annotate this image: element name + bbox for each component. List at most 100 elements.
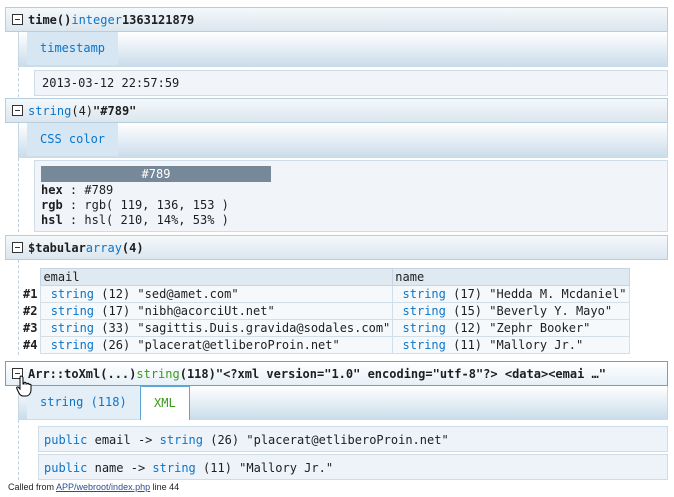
email-cell: string (17) "nibh@acorciUt.net" <box>40 302 394 320</box>
cell-length: (17) <box>453 287 483 301</box>
hsl-value: : hsl( 210, 14%, 53% ) <box>69 213 229 227</box>
prop-name: name <box>94 461 124 475</box>
row-index: #4 <box>23 336 41 354</box>
prop-name: email <box>94 433 131 447</box>
tab-css-color[interactable]: CSS color <box>27 123 119 156</box>
footer-line: line 44 <box>152 482 180 492</box>
prop-arrow: -> <box>137 433 153 447</box>
tree-guide <box>18 420 20 480</box>
cell-value: "Mallory Jr." <box>489 338 584 352</box>
table-row[interactable]: #4 string (26) "placerat@etliberoProin.n… <box>23 336 630 354</box>
prop-type: string <box>152 461 196 475</box>
tabular-header[interactable]: $tabular array (4) <box>5 235 668 260</box>
prop-visibility: public <box>44 433 88 447</box>
prop-value: "Mallory Jr." <box>239 461 334 475</box>
tab-timestamp[interactable]: timestamp <box>27 32 119 65</box>
table-row[interactable]: #3 string (33) "sagittis.Duis.gravida@so… <box>23 319 630 337</box>
tabular-table: email name #1 string (12) "sed@amet.com"… <box>23 268 630 354</box>
column-header-email[interactable]: email <box>40 268 394 286</box>
name-cell: string (11) "Mallory Jr." <box>392 336 630 354</box>
hsl-row: hsl : hsl( 210, 14%, 53% ) <box>41 213 229 228</box>
cell-length: (15) <box>453 304 483 318</box>
footer-prefix: Called from <box>8 482 55 492</box>
var-count: (4) <box>121 240 144 255</box>
timestamp-formatted: 2013-03-12 22:57:59 <box>42 76 180 90</box>
color-header[interactable]: string (4) "#789" <box>5 98 668 123</box>
collapse-toggle-icon[interactable] <box>12 14 23 25</box>
xml-tabstrip: string (118) XML <box>18 386 668 420</box>
called-from-footer: Called from APP/webroot/index.php line 4… <box>8 482 179 492</box>
var-value: "<?xml version="1.0" encoding="utf-8"?> … <box>215 366 606 381</box>
cell-value: "placerat@etliberoProin.net" <box>137 338 340 352</box>
cell-value: "sagittis.Duis.gravida@sodales.com" <box>137 321 391 335</box>
tab-string[interactable]: string (118) <box>27 386 140 419</box>
table-row[interactable]: #2 string (17) "nibh@acorciUt.net" strin… <box>23 302 630 320</box>
table-row[interactable]: #1 string (12) "sed@amet.com" string (17… <box>23 285 630 303</box>
prop-visibility: public <box>44 461 88 475</box>
cell-value: "nibh@acorciUt.net" <box>137 304 275 318</box>
time-header[interactable]: time() integer 1363121879 <box>5 7 668 32</box>
time-tabstrip: timestamp <box>18 32 668 67</box>
hex-label: hex <box>41 183 63 197</box>
cell-type: string <box>50 304 95 318</box>
time-panel: 2013-03-12 22:57:59 <box>34 70 668 96</box>
var-type: string <box>136 366 180 381</box>
var-value: "#789" <box>93 103 137 118</box>
collapse-toggle-icon[interactable] <box>12 242 23 253</box>
var-type: string <box>28 103 72 118</box>
prop-length: (11) <box>203 461 232 475</box>
xml-header[interactable]: Arr::toXml(...) string (118) "<?xml vers… <box>5 361 668 386</box>
cell-length: (26) <box>101 338 131 352</box>
cell-type: string <box>50 321 95 335</box>
prop-length: (26) <box>210 433 240 447</box>
rgb-label: rgb <box>41 198 63 212</box>
tab-xml[interactable]: XML <box>140 386 190 420</box>
cell-length: (11) <box>453 338 483 352</box>
row-index: #2 <box>23 302 41 320</box>
var-type: array <box>85 240 122 255</box>
column-header-name[interactable]: name <box>392 268 630 286</box>
var-name: Arr::toXml(...) <box>28 366 137 381</box>
hex-value: : #789 <box>69 183 114 197</box>
hsl-label: hsl <box>41 213 63 227</box>
rgb-row: rgb : rgb( 119, 136, 153 ) <box>41 198 229 213</box>
xml-property-row[interactable]: public email -> string (26) "placerat@et… <box>38 426 668 452</box>
hex-row: hex : #789 <box>41 183 113 198</box>
prop-value: "placerat@etliberoProin.net" <box>246 433 449 447</box>
tree-guide <box>18 260 20 355</box>
name-cell: string (12) "Zephr Booker" <box>392 319 630 337</box>
prop-arrow: -> <box>130 461 146 475</box>
cell-value: "Beverly Y. Mayo" <box>489 304 613 318</box>
email-cell: string (26) "placerat@etliberoProin.net" <box>40 336 394 354</box>
var-value: 1363121879 <box>121 12 195 27</box>
cell-type: string <box>50 287 95 301</box>
tree-guide <box>18 148 20 232</box>
var-length: (118) <box>179 366 216 381</box>
email-cell: string (12) "sed@amet.com" <box>40 285 394 303</box>
cell-type: string <box>402 287 446 301</box>
row-index: #3 <box>23 319 41 337</box>
color-swatch: #789 <box>41 166 271 182</box>
cell-length: (12) <box>101 287 131 301</box>
var-name: time() <box>28 12 72 27</box>
cell-value: "Zephr Booker" <box>489 321 591 335</box>
prop-type: string <box>159 433 203 447</box>
xml-property-row[interactable]: public name -> string (11) "Mallory Jr." <box>38 454 668 480</box>
name-cell: string (17) "Hedda M. Mcdaniel" <box>392 285 630 303</box>
var-name: $tabular <box>28 240 86 255</box>
cell-length: (17) <box>101 304 131 318</box>
cell-value: "Hedda M. Mcdaniel" <box>489 287 627 301</box>
cell-length: (33) <box>101 321 131 335</box>
color-tabstrip: CSS color <box>18 123 668 158</box>
rgb-value: : rgb( 119, 136, 153 ) <box>69 198 229 212</box>
cell-value: "sed@amet.com" <box>137 287 239 301</box>
collapse-toggle-icon[interactable] <box>12 105 23 116</box>
cell-type: string <box>402 304 446 318</box>
tree-guide <box>18 57 20 97</box>
cell-type: string <box>50 338 95 352</box>
source-file-link[interactable]: APP/webroot/index.php <box>56 482 150 492</box>
cell-length: (12) <box>453 321 483 335</box>
var-type: integer <box>71 12 122 27</box>
table-header-row: email name <box>23 268 630 286</box>
email-cell: string (33) "sagittis.Duis.gravida@sodal… <box>40 319 394 337</box>
